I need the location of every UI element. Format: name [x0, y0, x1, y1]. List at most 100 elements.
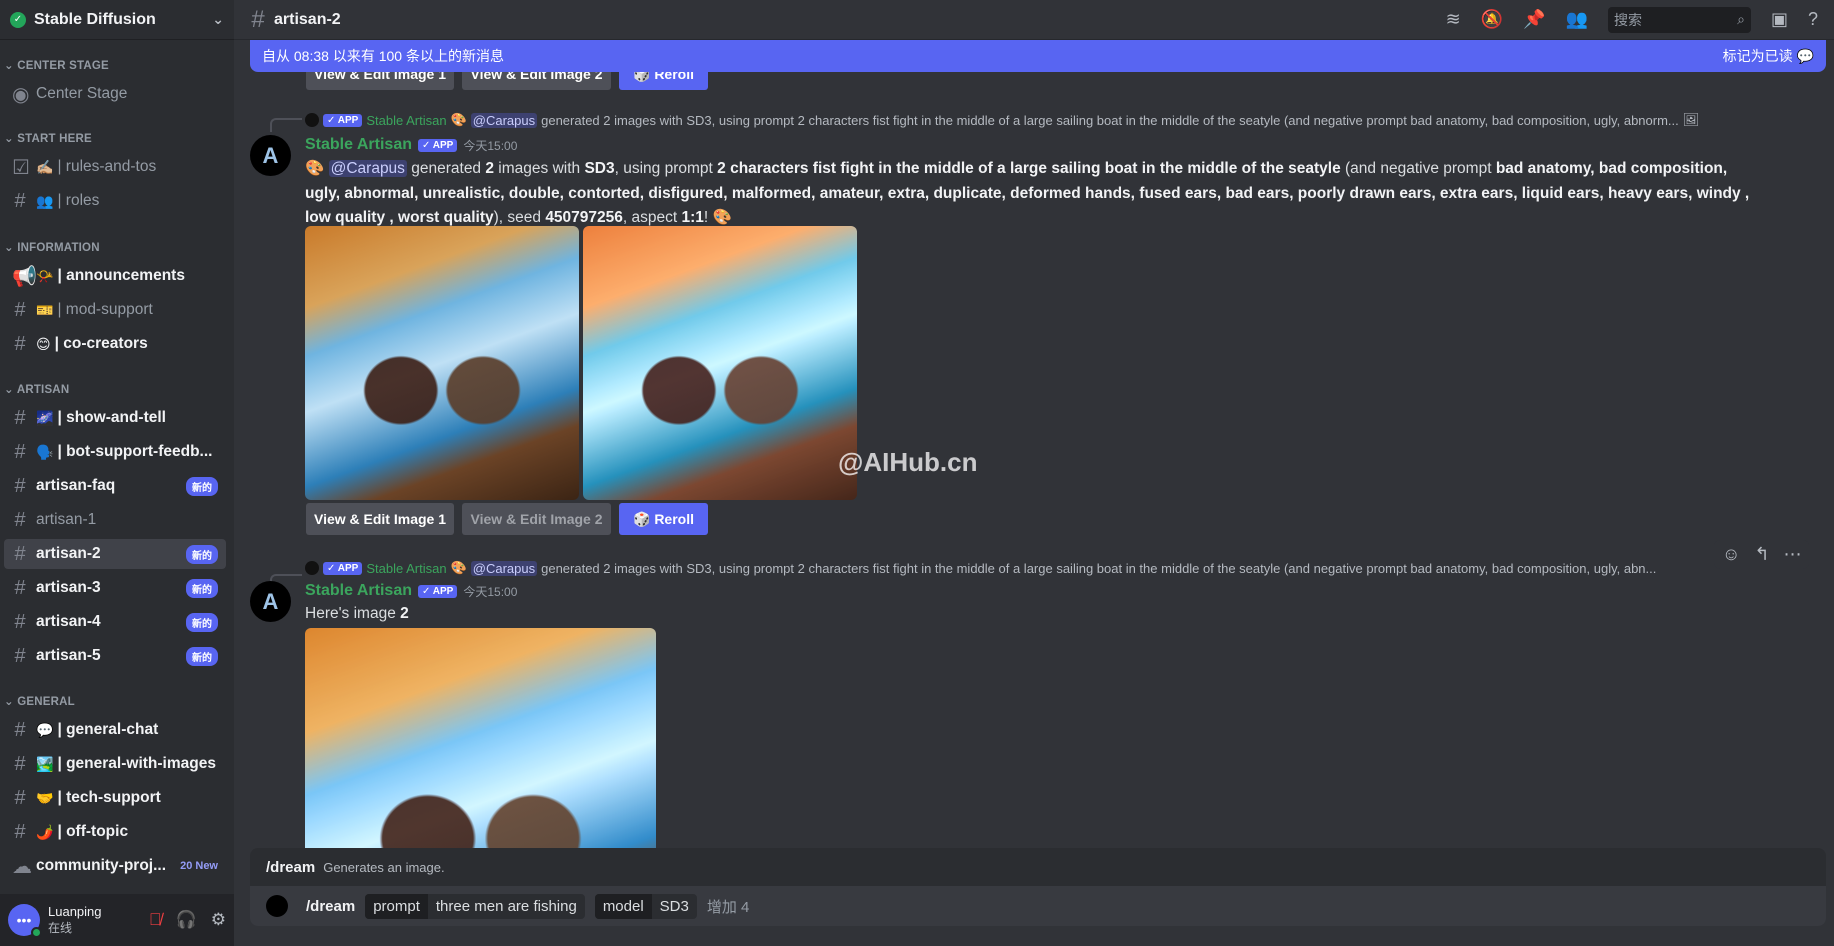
timestamp: 今天15:00	[463, 138, 518, 153]
hash-icon: #	[14, 440, 26, 463]
channel-general-chat[interactable]: # 💬 | general-chat	[4, 715, 226, 745]
search-input[interactable]: 搜索 ⌕	[1607, 6, 1751, 33]
hash-icon: #	[14, 576, 26, 599]
channel-artisan-3[interactable]: # artisan-3 新的	[4, 573, 226, 603]
app-badge: ✓ APP	[418, 584, 458, 598]
generated-image-large[interactable]	[305, 628, 656, 848]
app-badge: ✓ APP	[418, 138, 458, 152]
hash-icon: #	[14, 298, 26, 321]
channel-header: # artisan-2 ≋ 🔕 📌 👥 搜索 ⌕ ▣ ?	[234, 0, 1834, 40]
channel-title: artisan-2	[274, 10, 341, 28]
gear-icon[interactable]: ⚙	[211, 910, 226, 930]
hash-icon: #	[14, 189, 26, 212]
reply-preview[interactable]: ✓ APP Stable Artisan 🎨 @Carapus generated 2 …	[305, 112, 1755, 128]
channel-artisan-5[interactable]: # artisan-5 新的	[4, 641, 226, 671]
category-information[interactable]: ⌄ INFORMATION	[4, 240, 100, 254]
option-model[interactable]: model SD3	[594, 893, 697, 919]
channel-mod-support[interactable]: # 🎫 | mod-support	[4, 295, 226, 325]
hash-icon: #	[14, 644, 26, 667]
category-center-stage[interactable]: ⌄ CENTER STAGE	[4, 58, 109, 72]
channel-co-creators[interactable]: # 😊 | co-creators	[4, 329, 226, 359]
message-input[interactable]: /dream prompt three men are fishing model…	[250, 886, 1826, 926]
username: Luanping	[48, 904, 102, 919]
new-badge: 新的	[186, 646, 218, 666]
reply-icon[interactable]: ↰	[1754, 544, 1769, 565]
more-options[interactable]: 增加 4	[707, 896, 750, 917]
hash-icon: #	[14, 786, 26, 809]
category-start-here[interactable]: ⌄ START HERE	[4, 131, 92, 145]
channel-general-with-images[interactable]: # 🏞️ | general-with-images	[4, 749, 226, 779]
more-icon[interactable]: ⋯	[1783, 544, 1801, 565]
hash-icon: #	[14, 752, 26, 775]
channel-tech-support[interactable]: # 🤝 | tech-support	[4, 783, 226, 813]
author-name[interactable]: Stable Artisan	[305, 136, 412, 154]
hash-icon: #	[14, 332, 26, 355]
option-prompt[interactable]: prompt three men are fishing	[365, 893, 585, 919]
new-badge: 新的	[186, 476, 218, 496]
member-list-icon[interactable]: 👥	[1566, 9, 1588, 30]
channel-artisan-4[interactable]: # artisan-4 新的	[4, 607, 226, 637]
message-actions: ☺ ↰ ⋯	[1714, 540, 1810, 569]
channel-artisan-faq[interactable]: # artisan-faq 新的	[4, 471, 226, 501]
watermark: @AIHub.cn	[838, 447, 978, 477]
online-status-icon	[31, 927, 42, 938]
search-icon: ⌕	[1737, 11, 1745, 27]
view-edit-image-2-button[interactable]: View & Edit Image 2	[462, 503, 611, 535]
hash-icon: #	[251, 5, 265, 33]
generated-image-1[interactable]	[305, 226, 579, 500]
user-panel: ••• Luanping 在线 🎙̸ 🎧 ⚙	[0, 894, 234, 946]
chevron-down-icon: ⌄	[212, 11, 224, 27]
notifications-muted-icon[interactable]: 🔕	[1481, 9, 1503, 30]
avatar[interactable]: •••	[8, 904, 42, 938]
verified-icon: ✓	[10, 11, 26, 28]
message-body: Here's image 2	[305, 605, 409, 622]
channel-rules-and-tos[interactable]: ☑ ✍🏼 | rules-and-tos	[4, 152, 226, 182]
hash-icon: #	[14, 718, 26, 741]
category-general[interactable]: ⌄ GENERAL	[4, 694, 75, 708]
avatar[interactable]: A	[250, 135, 291, 176]
channel-bot-support-feedback[interactable]: # 🗣️ | bot-support-feedb...	[4, 437, 226, 467]
mic-muted-icon[interactable]: 🎙̸	[149, 910, 162, 930]
rules-icon: ☑	[12, 156, 30, 179]
reroll-button[interactable]: 🎲 Reroll	[619, 503, 708, 535]
new-badge: 新的	[186, 544, 218, 564]
help-icon[interactable]: ?	[1808, 9, 1818, 30]
view-edit-image-1-button[interactable]: View & Edit Image 1	[306, 503, 454, 535]
channel-artisan-1[interactable]: # artisan-1	[4, 505, 226, 535]
channel-announcements[interactable]: 📢 📯 | announcements	[4, 261, 226, 291]
command-name: /dream	[306, 897, 356, 915]
pin-icon[interactable]: 📌	[1523, 9, 1545, 30]
author-name[interactable]: Stable Artisan	[305, 582, 412, 600]
mark-as-read-button[interactable]: 标记为已读 💬	[1723, 46, 1814, 66]
generated-image-2[interactable]	[583, 226, 857, 500]
new-messages-banner[interactable]: 自从 08:38 以来有 100 条以上的新消息 标记为已读 💬	[250, 40, 1826, 72]
hash-icon: #	[14, 508, 26, 531]
threads-icon[interactable]: ≋	[1446, 9, 1461, 30]
bot-avatar-icon	[305, 113, 319, 127]
add-reaction-icon[interactable]: ☺	[1722, 544, 1740, 565]
new-badge: 新的	[186, 578, 218, 598]
avatar[interactable]: A	[250, 581, 291, 622]
server-name: Stable Diffusion	[34, 10, 156, 28]
headphones-icon[interactable]: 🎧	[176, 910, 197, 930]
category-artisan[interactable]: ⌄ ARTISAN	[4, 382, 69, 396]
command-autocomplete[interactable]: /dream Generates an image.	[250, 848, 1826, 886]
channel-off-topic[interactable]: # 🌶️ | off-topic	[4, 817, 226, 847]
image-icon: 🖼	[1682, 112, 1700, 127]
bot-avatar-icon	[305, 561, 319, 575]
inbox-icon[interactable]: ▣	[1771, 9, 1788, 30]
reply-preview[interactable]: ✓ APP Stable Artisan 🎨 @Carapus generated 2 …	[305, 560, 1705, 576]
new-badge: 新的	[186, 612, 218, 632]
channel-artisan-2[interactable]: # artisan-2 新的	[4, 539, 226, 569]
channel-roles[interactable]: # 👥 | roles	[4, 186, 226, 216]
channel-center-stage[interactable]: ◉ Center Stage	[4, 79, 226, 109]
channel-community-projects[interactable]: ☁ community-proj... 20 New	[4, 851, 226, 881]
hash-icon: #	[14, 542, 26, 565]
stage-icon: ◉	[12, 83, 30, 106]
channel-show-and-tell[interactable]: # 🌌 | show-and-tell	[4, 403, 226, 433]
server-header[interactable]: ✓ Stable Diffusion ⌄	[0, 0, 234, 40]
mention[interactable]: @Carapus	[328, 160, 407, 177]
forum-icon: ☁	[12, 855, 32, 878]
timestamp: 今天15:00	[463, 584, 518, 599]
hash-icon: #	[14, 610, 26, 633]
